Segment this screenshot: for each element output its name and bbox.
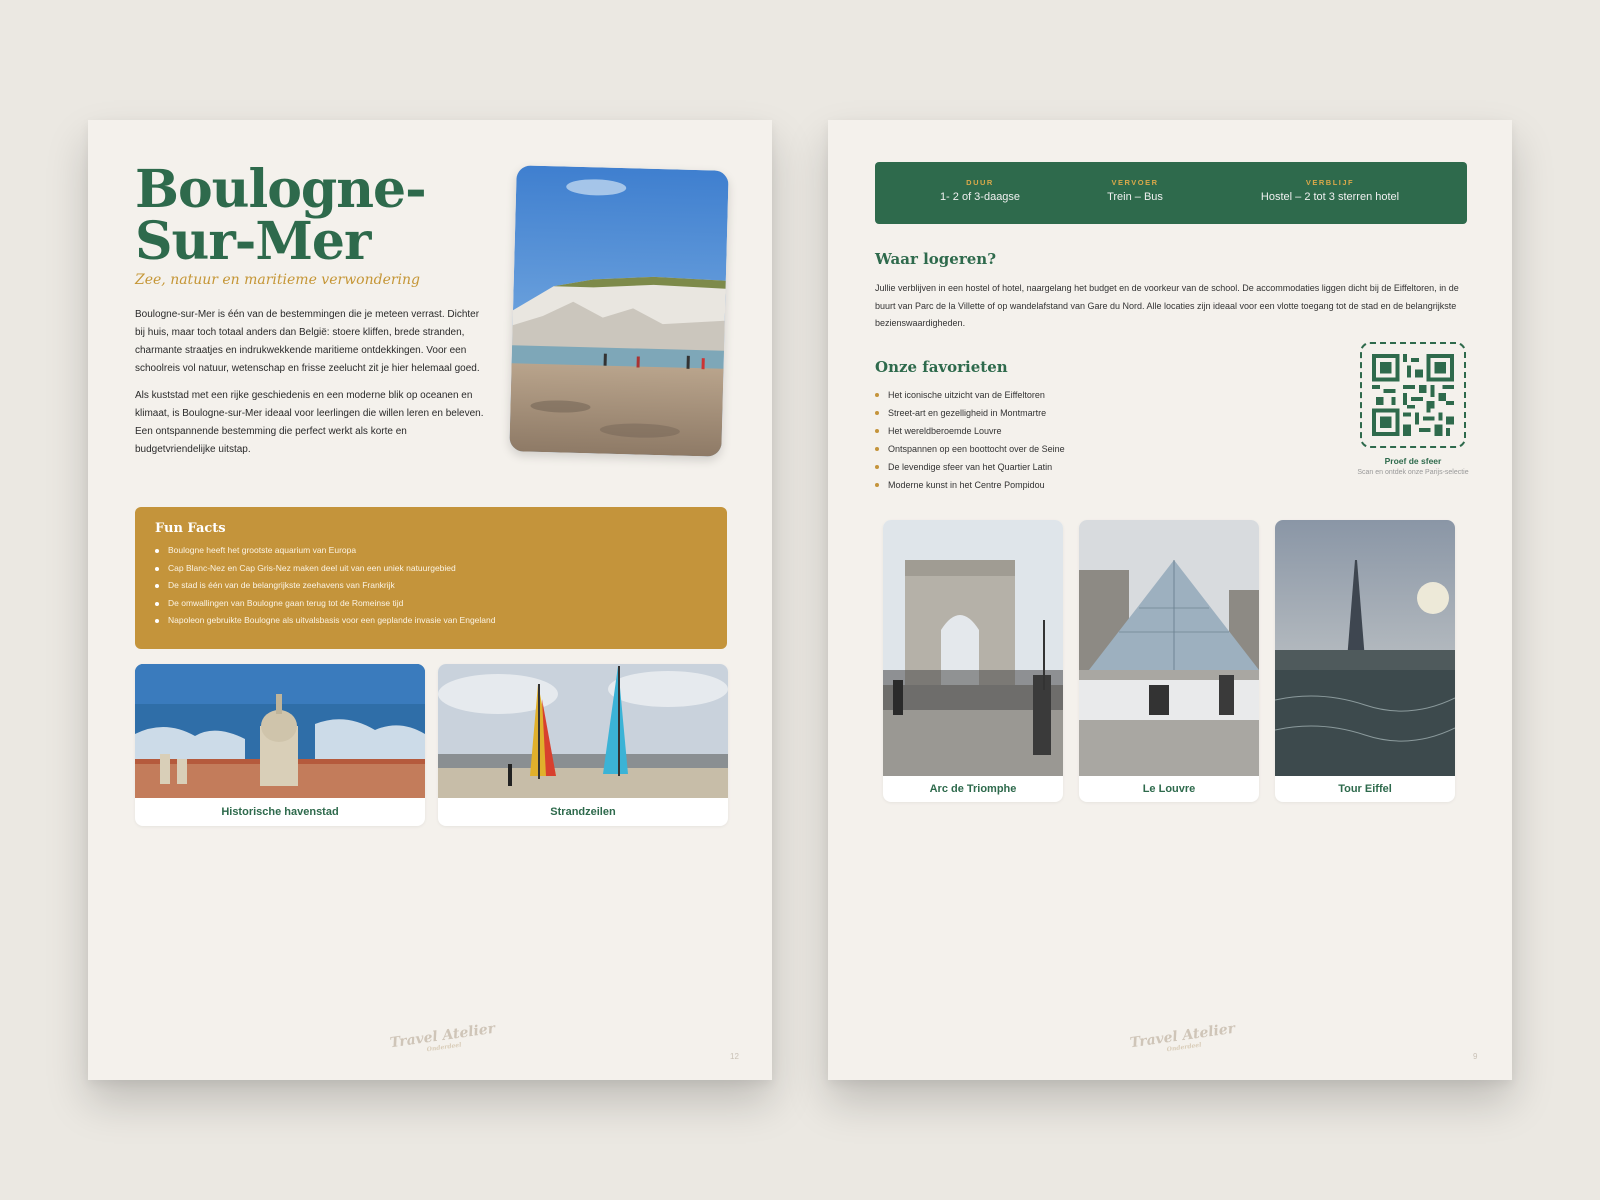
photo-card-eiffel: Tour Eiffel xyxy=(1275,520,1455,802)
card-caption: Historische havenstad xyxy=(221,806,339,818)
photo-card-havenstad: Historische havenstad xyxy=(135,664,425,826)
info-value: Hostel – 2 tot 3 sterren hotel xyxy=(1260,191,1400,203)
stay-text: Jullie verblijven in een hostel of hotel… xyxy=(875,283,1459,328)
favorite-item: Moderne kunst in het Centre Pompidou xyxy=(875,476,1065,494)
intro-text: Boulogne-sur-Mer is één van de bestemmin… xyxy=(135,306,487,468)
louvre-photo xyxy=(1079,520,1259,776)
qr-code[interactable] xyxy=(1360,342,1466,448)
arc-de-triomphe-photo xyxy=(883,520,1063,776)
travel-atelier-logo: Travel Atelier Onderdeel xyxy=(389,1021,497,1059)
favorites-heading: Onze favorieten xyxy=(875,358,1008,376)
info-transport: VERVOER Trein – Bus xyxy=(1080,178,1190,203)
fun-fact-item: Napoleon gebruikte Boulogne als uitvalsb… xyxy=(155,612,707,630)
favorite-item: De levendige sfeer van het Quartier Lati… xyxy=(875,458,1065,476)
qr-code-icon xyxy=(1372,354,1454,436)
info-label: DUUR xyxy=(966,178,994,187)
intro-paragraph-2: Als kuststad met een rijke geschiedenis … xyxy=(135,390,484,455)
fun-facts-box: Fun Facts Boulogne heeft het grootste aq… xyxy=(135,507,727,649)
favorite-item: Het wereldberoemde Louvre xyxy=(875,422,1065,440)
page-number: 12 xyxy=(730,1052,739,1061)
qr-title: Proef de sfeer xyxy=(1384,456,1442,466)
page-number: 9 xyxy=(1473,1052,1478,1061)
info-duration: DUUR 1- 2 of 3-daagse xyxy=(925,178,1035,203)
hero-photo-cliffs xyxy=(509,165,729,457)
info-value: 1- 2 of 3-daagse xyxy=(939,191,1021,203)
right-page: DUUR 1- 2 of 3-daagse VERVOER Trein – Bu… xyxy=(828,120,1512,1080)
sand-yachting-photo xyxy=(438,664,728,798)
fun-fact-item: De omwallingen van Boulogne gaan terug t… xyxy=(155,595,707,613)
tour-eiffel-photo xyxy=(1275,520,1455,776)
info-label: VERBLIJF xyxy=(1305,178,1355,187)
stay-heading: Waar logeren? xyxy=(875,250,996,268)
fun-fact-item: Cap Blanc-Nez en Cap Gris-Nez maken deel… xyxy=(155,560,707,578)
title-line-2: Sur-Mer xyxy=(135,211,371,272)
card-caption: Arc de Triomphe xyxy=(929,783,1017,795)
harbour-city-photo xyxy=(135,664,425,798)
fun-facts-title: Fun Facts xyxy=(155,521,226,536)
photo-card-louvre: Le Louvre xyxy=(1079,520,1259,802)
page-subtitle: Zee, natuur en maritieme verwondering xyxy=(135,272,421,288)
favorites-list: Het iconische uitzicht van de Eiffeltore… xyxy=(875,386,1065,494)
intro-paragraph-1: Boulogne-sur-Mer is één van de bestemmin… xyxy=(135,309,480,374)
travel-atelier-logo: Travel Atelier Onderdeel xyxy=(1129,1021,1237,1059)
info-value: Trein – Bus xyxy=(1107,191,1163,203)
info-label: VERVOER xyxy=(1111,178,1159,187)
qr-subtitle: Scan en ontdek onze Parijs-selectie xyxy=(1357,469,1469,476)
info-stay: VERBLIJF Hostel – 2 tot 3 sterren hotel xyxy=(1235,178,1425,203)
fun-fact-item: De stad is één van de belangrijkste zeeh… xyxy=(155,577,707,595)
trip-info-bar: DUUR 1- 2 of 3-daagse VERVOER Trein – Bu… xyxy=(875,162,1467,224)
fun-facts-list: Boulogne heeft het grootste aquarium van… xyxy=(155,542,707,630)
photo-card-strandzeilen: Strandzeilen xyxy=(438,664,728,826)
fun-fact-item: Boulogne heeft het grootste aquarium van… xyxy=(155,542,707,560)
card-caption: Strandzeilen xyxy=(550,806,616,818)
favorite-item: Het iconische uitzicht van de Eiffeltore… xyxy=(875,386,1065,404)
favorite-item: Ontspannen op een boottocht over de Sein… xyxy=(875,440,1065,458)
title-line-1: Boulogne- xyxy=(135,159,427,220)
page-title: Boulogne- Sur-Mer xyxy=(135,164,475,268)
favorite-item: Street-art en gezelligheid in Montmartre xyxy=(875,404,1065,422)
card-caption: Tour Eiffel xyxy=(1338,783,1392,795)
card-caption: Le Louvre xyxy=(1142,783,1196,795)
photo-card-arc: Arc de Triomphe xyxy=(883,520,1063,802)
left-page: Boulogne- Sur-Mer Zee, natuur en maritie… xyxy=(88,120,772,1080)
